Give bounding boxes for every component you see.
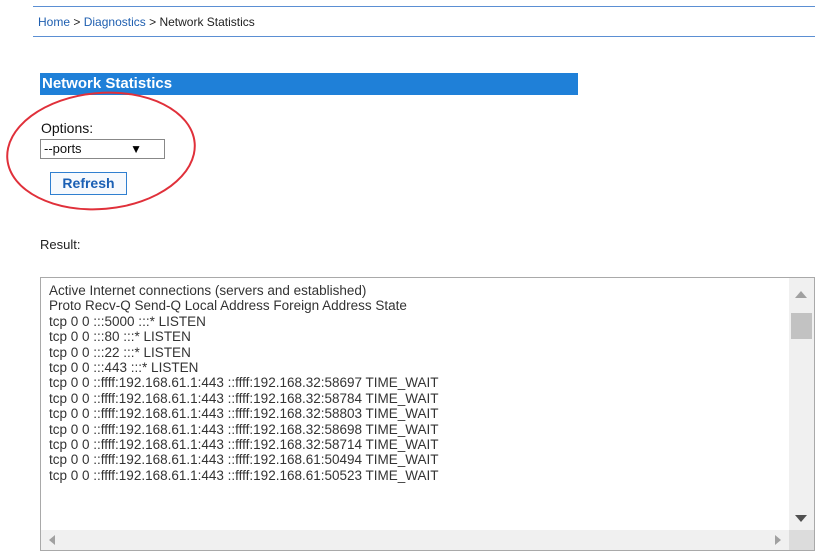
result-line: tcp 0 0 :::80 :::* LISTEN (49, 329, 191, 345)
result-line: Active Internet connections (servers and… (49, 283, 367, 298)
top-divider (33, 6, 815, 7)
breadcrumb: Home > Diagnostics > Network Statistics (38, 15, 255, 29)
result-line: tcp 0 0 ::ffff:192.168.61.1:443 ::ffff:1… (49, 390, 439, 406)
scrollbar-corner (789, 530, 814, 550)
result-line: tcp 0 0 :::443 :::* LISTEN (49, 360, 199, 376)
horizontal-scrollbar[interactable] (41, 530, 789, 550)
vertical-scrollbar[interactable] (789, 278, 814, 530)
scroll-left-arrow-icon[interactable] (49, 535, 55, 545)
breadcrumb-divider (33, 36, 815, 37)
result-line: tcp 0 0 ::ffff:192.168.61.1:443 ::ffff:1… (49, 467, 439, 483)
scroll-thumb[interactable] (791, 313, 812, 339)
scroll-right-arrow-icon[interactable] (775, 535, 781, 545)
options-label: Options: (41, 120, 94, 136)
result-line: tcp 0 0 :::22 :::* LISTEN (49, 344, 191, 360)
result-line: tcp 0 0 ::ffff:192.168.61.1:443 ::ffff:1… (49, 452, 439, 468)
result-line: tcp 0 0 :::5000 :::* LISTEN (49, 313, 206, 329)
section-title: Network Statistics (40, 73, 578, 95)
result-output: Active Internet connections (servers and… (49, 283, 784, 530)
result-line: tcp 0 0 ::ffff:192.168.61.1:443 ::ffff:1… (49, 421, 439, 437)
breadcrumb-home-link[interactable]: Home (38, 15, 70, 29)
breadcrumb-separator: > (73, 15, 81, 29)
result-line: tcp 0 0 ::ffff:192.168.61.1:443 ::ffff:1… (49, 375, 439, 391)
options-selected-value: --ports (44, 141, 82, 156)
breadcrumb-separator: > (149, 15, 157, 29)
scroll-down-arrow-icon[interactable] (795, 515, 807, 522)
result-line: tcp 0 0 ::ffff:192.168.61.1:443 ::ffff:1… (49, 406, 439, 422)
result-line: Proto Recv-Q Send-Q Local Address Foreig… (49, 298, 407, 314)
breadcrumb-diagnostics-link[interactable]: Diagnostics (84, 15, 146, 29)
refresh-button[interactable]: Refresh (50, 172, 127, 195)
scroll-up-arrow-icon[interactable] (795, 291, 807, 298)
dropdown-arrow-icon: ▼ (130, 142, 142, 156)
result-line: tcp 0 0 ::ffff:192.168.61.1:443 ::ffff:1… (49, 437, 439, 453)
options-select[interactable]: --ports ▼ (40, 139, 165, 159)
breadcrumb-current: Network Statistics (159, 15, 255, 29)
result-label: Result: (40, 237, 81, 252)
result-textarea[interactable]: Active Internet connections (servers and… (40, 277, 815, 551)
